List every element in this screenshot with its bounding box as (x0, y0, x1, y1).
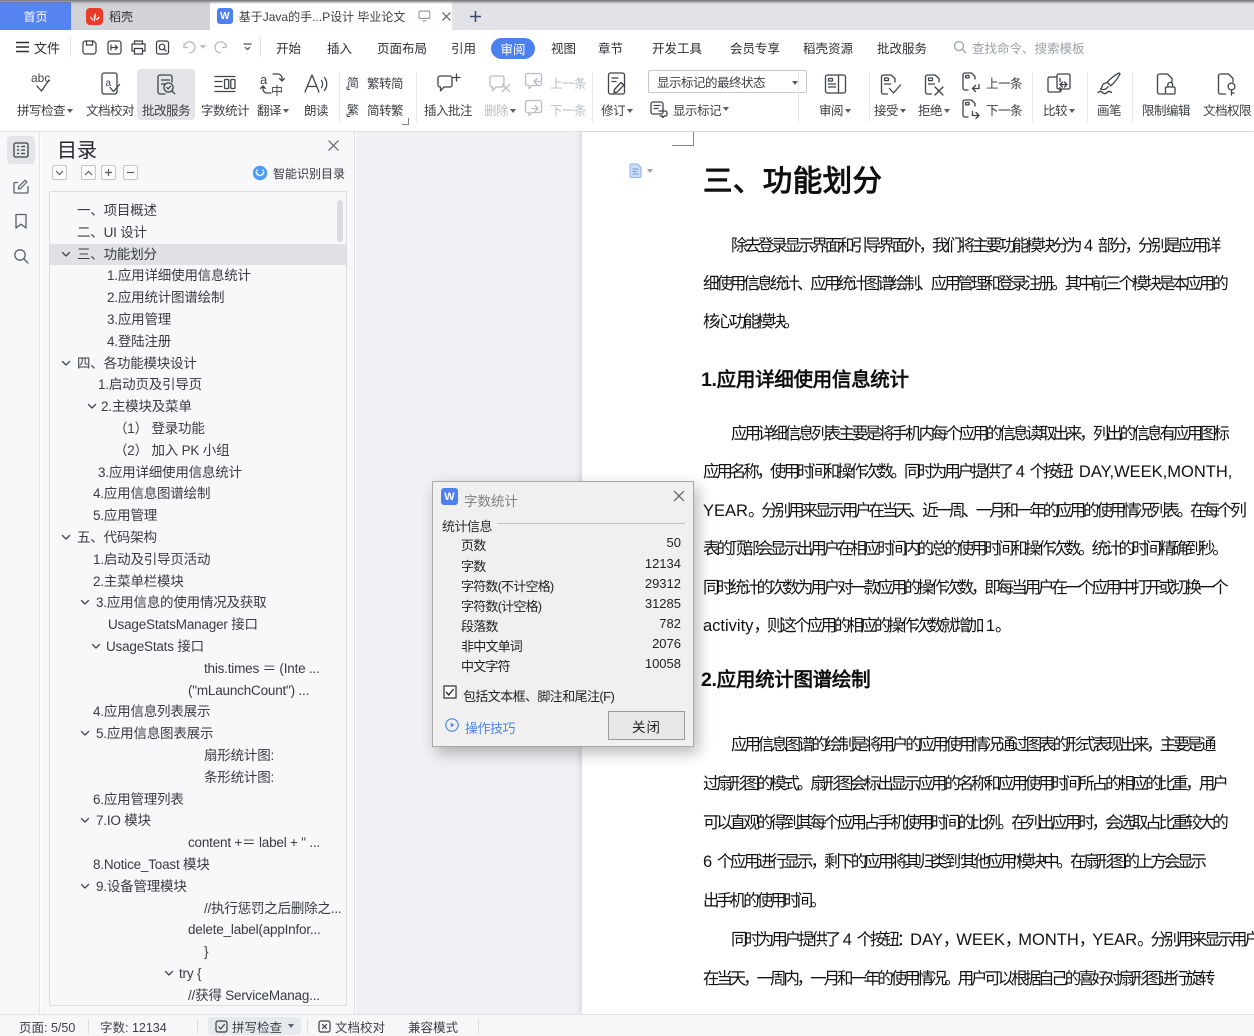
svg-text:中: 中 (271, 83, 283, 98)
svg-text:a: a (260, 72, 268, 87)
svg-text:简: 简 (347, 76, 359, 90)
svg-text:繁: 繁 (347, 102, 359, 117)
